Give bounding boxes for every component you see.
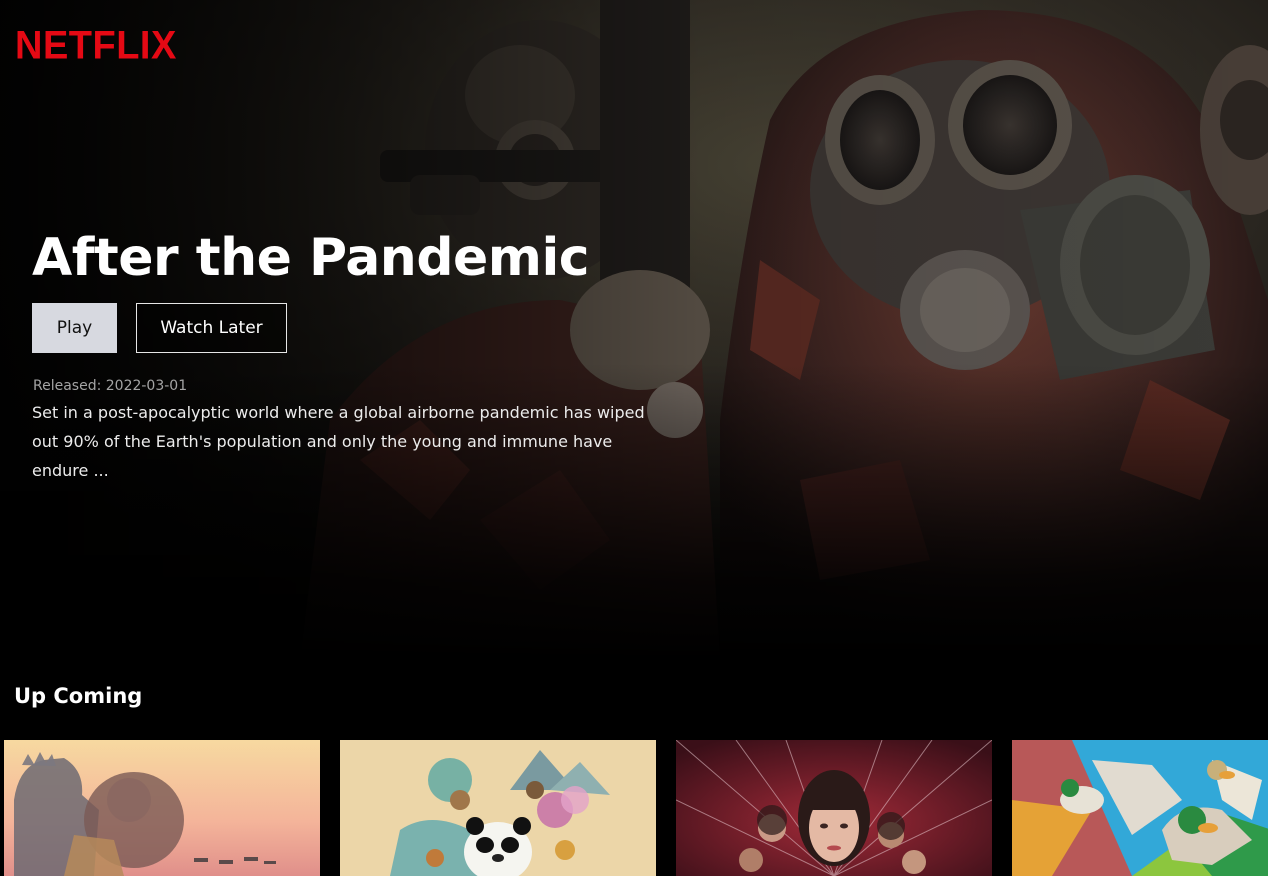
play-button[interactable]: Play xyxy=(32,303,117,353)
upcoming-poster-kung-fu-panda[interactable] xyxy=(340,740,656,876)
upcoming-poster-madame-web[interactable] xyxy=(676,740,992,876)
kung-fu-panda-poster-icon xyxy=(340,740,656,876)
upcoming-poster-migration[interactable] xyxy=(1012,740,1268,876)
netflix-logo[interactable]: NETFLIX xyxy=(15,21,177,71)
upcoming-row-title: Up Coming xyxy=(14,684,143,708)
hero-overview: Set in a post-apocalyptic world where a … xyxy=(32,403,645,480)
madame-web-poster-icon xyxy=(676,740,992,876)
watch-later-button[interactable]: Watch Later xyxy=(136,303,287,353)
hero-title: After the Pandemic xyxy=(32,228,590,288)
godzilla-kong-poster-icon xyxy=(4,740,320,876)
release-date: Released: 2022-03-01 xyxy=(33,378,188,394)
upcoming-row xyxy=(4,740,1268,876)
migration-ducks-poster-icon xyxy=(1012,740,1268,876)
upcoming-poster-godzilla-kong[interactable] xyxy=(4,740,320,876)
app-page: NETFLIX After the Pandemic Play Watch La… xyxy=(0,0,1268,876)
hero-banner: NETFLIX After the Pandemic Play Watch La… xyxy=(0,0,1268,660)
